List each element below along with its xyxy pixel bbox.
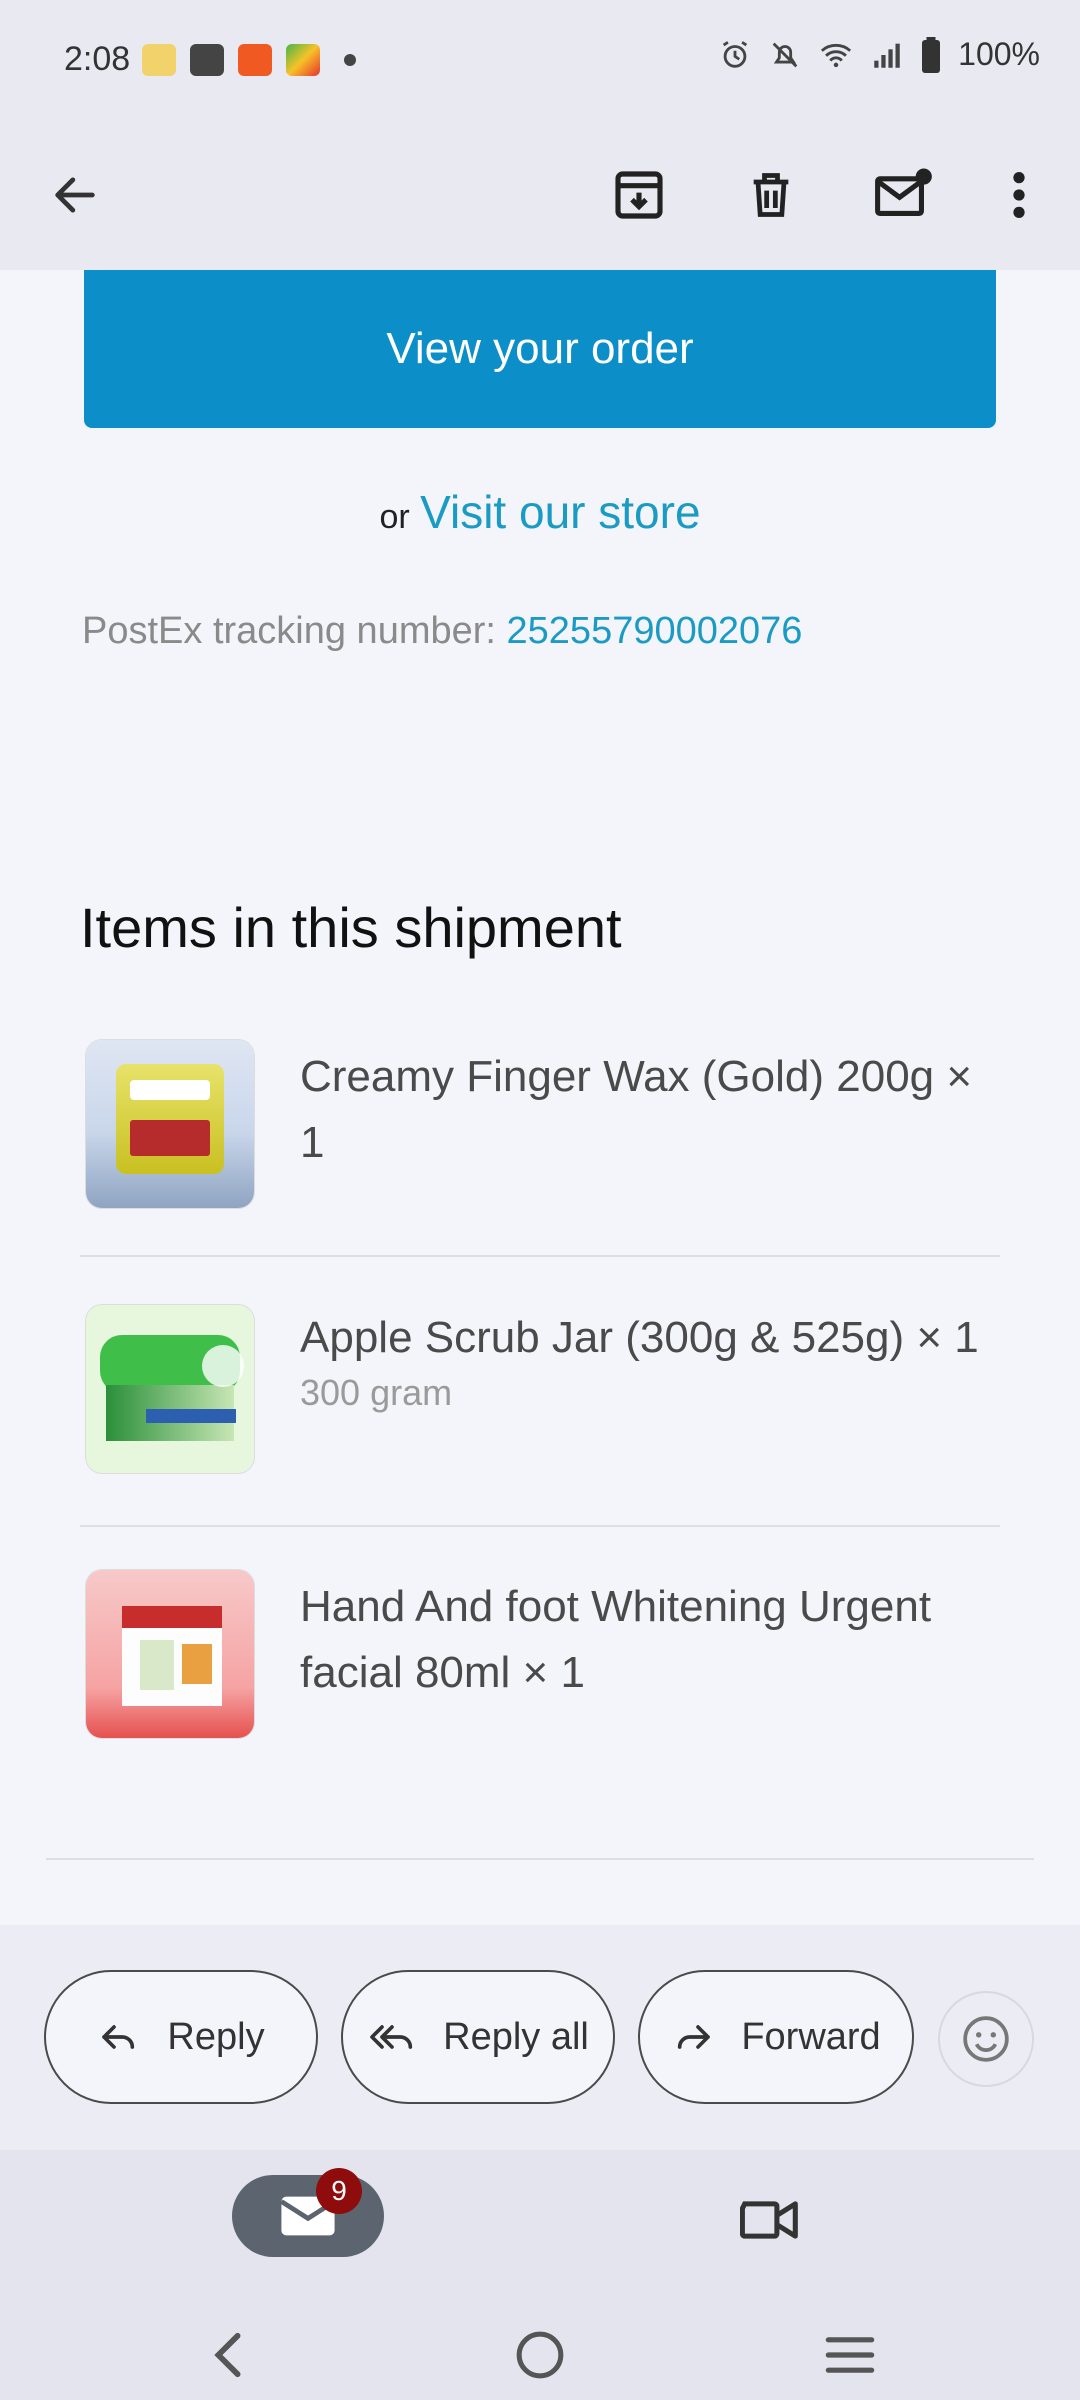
email-toolbar bbox=[0, 120, 1080, 270]
archive-button[interactable] bbox=[594, 150, 684, 240]
emoji-icon bbox=[963, 2016, 1009, 2062]
battery-icon bbox=[922, 36, 941, 73]
reply-label: Reply bbox=[167, 2015, 265, 2058]
delete-icon bbox=[753, 173, 789, 217]
item-variant: 300 gram bbox=[300, 1372, 453, 1413]
more-notifications-dot bbox=[344, 54, 356, 66]
back-button[interactable] bbox=[30, 150, 120, 240]
item-details: Apple Scrub Jar (300g & 525g) × 1 300 gr… bbox=[300, 1305, 1000, 1415]
back-chevron-icon bbox=[214, 2332, 241, 2378]
product-image bbox=[86, 1305, 254, 1473]
menu-lines-icon bbox=[825, 2337, 875, 2373]
notifications-off-icon bbox=[772, 42, 798, 67]
tracking-number-link[interactable]: 25255790002076 bbox=[507, 610, 803, 652]
view-order-button[interactable]: View your order bbox=[84, 270, 996, 428]
or-text: or bbox=[379, 498, 410, 536]
product-image bbox=[86, 1570, 254, 1738]
forward-icon bbox=[678, 2025, 711, 2049]
status-system-icons: 100% bbox=[718, 36, 1040, 73]
system-home-button[interactable] bbox=[500, 2315, 580, 2395]
item-name: Apple Scrub Jar (300g & 525g) × 1 bbox=[300, 1313, 979, 1362]
email-body: View your order or Visit our store PostE… bbox=[0, 270, 1080, 1925]
visit-store-line: or Visit our store bbox=[0, 485, 1080, 539]
alarm-icon bbox=[723, 40, 748, 68]
video-camera-icon bbox=[740, 2201, 798, 2239]
more-vert-icon bbox=[1013, 172, 1025, 218]
reply-all-button[interactable]: Reply all bbox=[341, 1970, 615, 2104]
bottom-navigation: 9 bbox=[0, 2150, 1080, 2400]
item-name: Hand And foot Whitening Urgent facial 80… bbox=[300, 1582, 932, 1697]
status-notification-icons bbox=[142, 44, 356, 76]
notification-app-icon bbox=[142, 44, 176, 76]
item-name: Creamy Finger Wax (Gold) 200g × 1 bbox=[300, 1052, 973, 1167]
home-circle-icon bbox=[516, 2331, 564, 2379]
reply-button[interactable]: Reply bbox=[44, 1970, 318, 2104]
delete-button[interactable] bbox=[726, 150, 816, 240]
archive-icon bbox=[615, 171, 663, 219]
system-back-button[interactable] bbox=[188, 2315, 268, 2395]
tracking-label: PostEx tracking number: bbox=[82, 610, 496, 652]
forward-label: Forward bbox=[741, 2015, 881, 2058]
mark-unread-button[interactable] bbox=[858, 150, 948, 240]
items-section-title: Items in this shipment bbox=[80, 896, 622, 959]
visit-store-link[interactable]: Visit our store bbox=[420, 486, 700, 538]
content-divider bbox=[46, 1858, 1034, 1860]
mark-unread-icon bbox=[875, 168, 932, 216]
notification-app-icon bbox=[238, 44, 272, 76]
forward-button[interactable]: Forward bbox=[638, 1970, 914, 2104]
reply-actions-bar: Reply Reply all Forward bbox=[0, 1925, 1080, 2150]
wifi-icon bbox=[821, 43, 852, 67]
reply-icon bbox=[102, 2025, 135, 2049]
tracking-line: PostEx tracking number: 25255790002076 bbox=[82, 610, 802, 653]
emoji-reaction-button[interactable] bbox=[938, 1991, 1034, 2087]
status-time: 2:08 bbox=[64, 40, 131, 78]
status-bar: 2:08 100% bbox=[0, 0, 1080, 120]
notification-app-icon bbox=[286, 44, 320, 76]
back-arrow-icon bbox=[55, 177, 95, 213]
reply-all-icon bbox=[370, 2025, 413, 2049]
youtube-icon bbox=[190, 44, 224, 76]
reply-all-label: Reply all bbox=[443, 2015, 589, 2058]
item-divider bbox=[80, 1525, 1000, 1527]
signal-icon bbox=[874, 43, 900, 68]
item-details: Hand And foot Whitening Urgent facial 80… bbox=[300, 1574, 1000, 1706]
item-details: Creamy Finger Wax (Gold) 200g × 1 bbox=[300, 1044, 1000, 1176]
more-options-button[interactable] bbox=[974, 150, 1064, 240]
system-recents-button[interactable] bbox=[810, 2315, 890, 2395]
battery-percent: 100% bbox=[958, 36, 1040, 72]
item-divider bbox=[80, 1255, 1000, 1257]
product-image bbox=[86, 1040, 254, 1208]
meet-tab[interactable] bbox=[730, 2180, 810, 2260]
unread-count-badge: 9 bbox=[316, 2168, 362, 2214]
